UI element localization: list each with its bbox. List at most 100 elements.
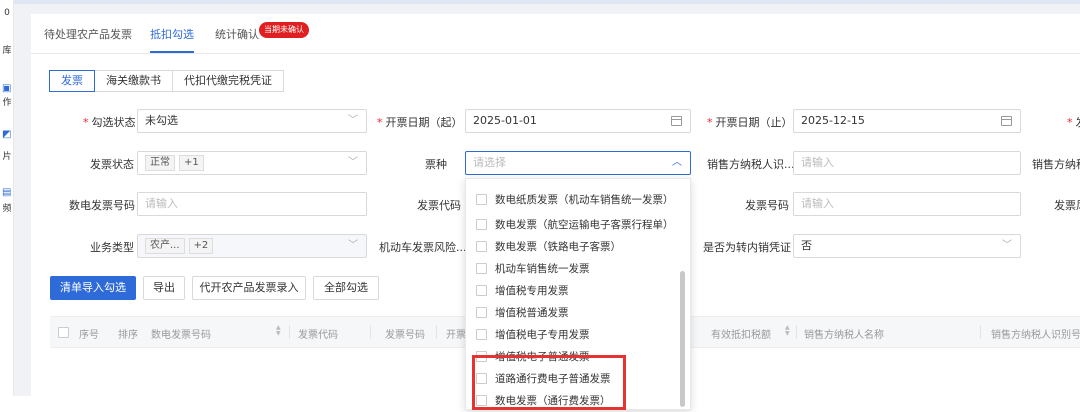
e-invoice-no-label: 数电发票号码 bbox=[69, 197, 135, 213]
calendar-icon bbox=[671, 116, 682, 126]
date-start-input[interactable]: 2025-01-01 bbox=[465, 109, 691, 133]
tab-deduct-select[interactable]: 抵扣勾选 bbox=[150, 26, 194, 42]
dropdown-option[interactable]: 数电发票（航空运输电子客票行程单） bbox=[476, 214, 674, 236]
option-checkbox[interactable] bbox=[476, 241, 487, 252]
seller-name-label: 销售方纳税 bbox=[1032, 156, 1080, 172]
invoice-risk-label: 发票风 bbox=[1054, 197, 1080, 213]
date-start-label-text: 开票日期（起） bbox=[386, 116, 463, 129]
tab-stats-confirm[interactable]: 统计确认 bbox=[215, 26, 259, 42]
required-mark: * bbox=[377, 116, 383, 129]
invoice-status-select[interactable]: 正常+1﹀ bbox=[137, 151, 367, 175]
dropdown-option[interactable]: 数电发票（铁路电子客票） bbox=[476, 236, 621, 258]
highlight-box bbox=[472, 355, 626, 410]
date-end-input[interactable]: 2025-12-15 bbox=[793, 109, 1021, 133]
option-checkbox[interactable] bbox=[476, 263, 487, 274]
select-status-label: *勾选状态 bbox=[83, 114, 136, 130]
sort-icon[interactable]: ▲▼ bbox=[276, 325, 281, 337]
invoice-no-placeholder: 请输入 bbox=[801, 197, 834, 210]
select-all-button[interactable]: 全部勾选 bbox=[313, 276, 379, 300]
date-end-label: *开票日期（止） bbox=[707, 114, 793, 130]
date-start-value: 2025-01-01 bbox=[473, 114, 537, 127]
dropdown-option[interactable]: 增值税普通发票 bbox=[476, 302, 569, 324]
ticket-type-placeholder: 请选择 bbox=[473, 156, 506, 169]
dropdown-option[interactable]: 增值税专用发票 bbox=[476, 280, 569, 302]
date-start-label: *开票日期（起） bbox=[377, 114, 463, 130]
col-deduct-tax[interactable]: 有效抵扣税额 bbox=[711, 326, 771, 341]
dropdown-option[interactable]: 机动车销售统一发票 bbox=[476, 258, 590, 280]
nav-icon-3[interactable]: ◩ bbox=[2, 130, 12, 140]
required-mark: * bbox=[83, 116, 89, 129]
import-select-button[interactable]: 清单导入勾选 bbox=[50, 276, 136, 300]
col-divider bbox=[289, 325, 290, 339]
ticket-type-select[interactable]: 请选择 ︿ bbox=[465, 151, 691, 175]
chevron-down-icon: ﹀ bbox=[348, 152, 358, 174]
col-divider bbox=[436, 325, 437, 339]
option-label: 数电发票（铁路电子客票） bbox=[495, 241, 621, 253]
dropdown-scrollbar[interactable] bbox=[680, 271, 685, 407]
invoice-no-input[interactable]: 请输入 bbox=[793, 192, 1021, 216]
status-badge: 当期未确认 bbox=[259, 22, 309, 38]
select-all-checkbox[interactable] bbox=[58, 327, 69, 338]
invoice-code-label: 发票代码 bbox=[417, 197, 461, 213]
biz-type-label: 业务类型 bbox=[90, 239, 134, 255]
option-checkbox[interactable] bbox=[476, 307, 487, 318]
select-status-value: 未勾选 bbox=[145, 114, 178, 127]
segment-invoice[interactable]: 发票 bbox=[49, 70, 95, 92]
option-label: 增值税普通发票 bbox=[495, 307, 569, 319]
select-status-label-text: 勾选状态 bbox=[92, 116, 136, 129]
option-label: 数电发票（航空运输电子客票行程单） bbox=[495, 219, 674, 231]
top-bar bbox=[14, 0, 1080, 4]
option-checkbox[interactable] bbox=[476, 329, 487, 340]
option-checkbox[interactable] bbox=[476, 194, 487, 205]
col-seq: 序号 bbox=[79, 326, 99, 341]
chevron-up-icon: ︿ bbox=[672, 152, 682, 174]
transfer-value: 否 bbox=[801, 239, 812, 252]
dropdown-option[interactable]: 增值税电子专用发票 bbox=[476, 324, 590, 346]
option-checkbox[interactable] bbox=[476, 285, 487, 296]
nav-label-1[interactable]: 库 bbox=[0, 46, 14, 56]
invoice-no-label: 发票号码 bbox=[745, 197, 789, 213]
chevron-down-icon: ﹀ bbox=[348, 110, 358, 132]
ticket-type-label: 票种 bbox=[425, 156, 447, 172]
select-status-select[interactable]: 未勾选 ﹀ bbox=[137, 109, 367, 133]
cut-off-label-text: 发 bbox=[1076, 116, 1080, 129]
seller-id-input[interactable]: 请输入 bbox=[793, 151, 1021, 175]
transfer-label: 是否为转内销凭证 bbox=[703, 239, 791, 255]
more-tag: +2 bbox=[189, 238, 214, 254]
biz-type-select[interactable]: 农产...+2﹀ bbox=[137, 234, 367, 258]
nav-icon-top[interactable]: 0 bbox=[0, 8, 14, 18]
col-order: 排序 bbox=[118, 326, 138, 341]
export-button[interactable]: 导出 bbox=[143, 276, 185, 300]
nav-label-2[interactable]: 作 bbox=[0, 98, 14, 108]
sort-icon[interactable]: ▲▼ bbox=[785, 325, 790, 337]
nav-icon-2[interactable]: ▣ bbox=[2, 84, 12, 94]
col-invoice-code: 发票代码 bbox=[298, 326, 338, 341]
option-checkbox[interactable] bbox=[476, 219, 487, 230]
date-end-value: 2025-12-15 bbox=[801, 114, 865, 127]
e-invoice-no-placeholder: 请输入 bbox=[145, 197, 178, 210]
nav-icon-4[interactable]: ▤ bbox=[2, 188, 12, 198]
segment-customs[interactable]: 海关缴款书 bbox=[94, 70, 173, 92]
tab-bar: 待处理农产品发票 抵扣勾选 统计确认 当期未确认 bbox=[31, 14, 1080, 54]
agri-invoice-entry-button[interactable]: 代开农产品发票录入 bbox=[192, 276, 306, 300]
tab-pending[interactable]: 待处理农产品发票 bbox=[44, 26, 132, 42]
seller-id-placeholder: 请输入 bbox=[801, 156, 834, 169]
col-divider bbox=[980, 325, 981, 339]
nav-label-4[interactable]: 频 bbox=[0, 204, 14, 214]
e-invoice-no-input[interactable]: 请输入 bbox=[137, 192, 367, 216]
col-invoice-no: 发票号码 bbox=[385, 326, 425, 341]
invoice-status-label: 发票状态 bbox=[90, 156, 134, 172]
transfer-select[interactable]: 否﹀ bbox=[793, 234, 1021, 258]
col-seller-name: 销售方纳税人名称 bbox=[804, 326, 884, 341]
nav-label-3[interactable]: 片 bbox=[0, 152, 14, 162]
dropdown-option[interactable]: 数电纸质发票（机动车销售统一发票） bbox=[476, 189, 674, 211]
segment-withholding[interactable]: 代扣代缴完税凭证 bbox=[172, 70, 284, 92]
col-issue-date: 开票 bbox=[446, 326, 466, 341]
required-mark: * bbox=[707, 116, 713, 129]
chevron-down-icon: ﹀ bbox=[1002, 235, 1012, 257]
col-e-invoice-no[interactable]: 数电发票号码 bbox=[151, 326, 211, 341]
option-label: 机动车销售统一发票 bbox=[495, 263, 590, 275]
main-panel: 待处理农产品发票 抵扣勾选 统计确认 当期未确认 发票 海关缴款书 代扣代缴完税… bbox=[31, 14, 1080, 396]
option-label: 数电纸质发票（机动车销售统一发票） bbox=[495, 194, 674, 206]
more-tag: +1 bbox=[179, 155, 204, 171]
